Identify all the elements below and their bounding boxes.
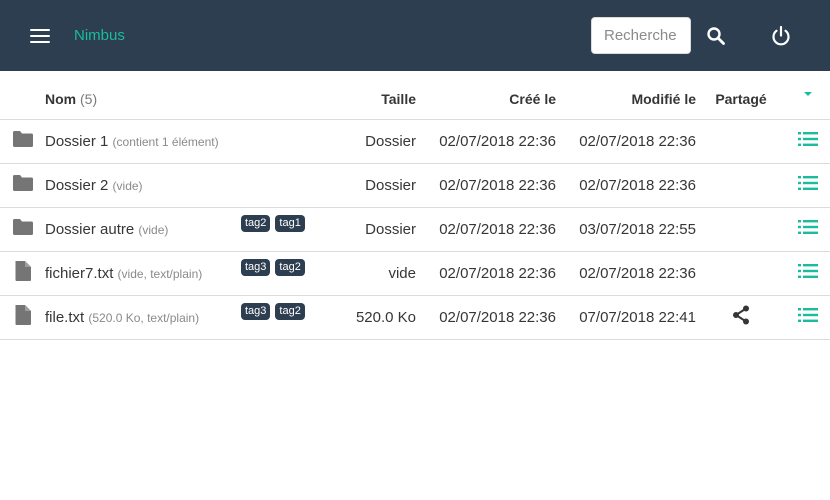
tag-list: tag3 tag2 <box>241 257 310 276</box>
table-header-row: Nom (5) Taille Créé le Modifié le Partag… <box>0 80 830 120</box>
size-cell: Dossier <box>320 119 416 164</box>
modified-cell: 07/07/2018 22:41 <box>556 295 696 340</box>
size-column-header[interactable]: Taille <box>320 80 416 120</box>
created-column-header[interactable]: Créé le <box>416 80 556 120</box>
top-navbar: Nimbus <box>0 0 830 71</box>
folder-icon <box>12 219 34 240</box>
name-cell: fichier7.txt (vide, text/plain) tag3 tag2 <box>45 251 320 296</box>
item-name[interactable]: Dossier 1 <box>45 133 108 150</box>
name-cell: file.txt (520.0 Ko, text/plain) tag3 tag2 <box>45 295 320 340</box>
size-cell: Dossier <box>320 163 416 208</box>
actions-cell <box>786 207 830 252</box>
share-icon[interactable] <box>730 305 752 330</box>
list-icon[interactable] <box>797 176 819 196</box>
size-cell: Dossier <box>320 207 416 252</box>
folder-icon <box>12 131 34 152</box>
tag-badge[interactable]: tag2 <box>275 258 305 276</box>
name-column-header[interactable]: Nom (5) <box>45 80 320 120</box>
shared-cell <box>696 119 786 164</box>
folder-icon-cell <box>0 119 45 164</box>
sort-caret-icon[interactable] <box>803 90 813 106</box>
item-name[interactable]: file.txt <box>45 309 84 326</box>
actions-cell <box>786 295 830 340</box>
modified-cell: 03/07/2018 22:55 <box>556 207 696 252</box>
list-icon[interactable] <box>797 308 819 328</box>
tag-badge[interactable]: tag2 <box>241 214 271 232</box>
created-cell: 02/07/2018 22:36 <box>416 163 556 208</box>
list-icon[interactable] <box>797 220 819 240</box>
power-icon[interactable] <box>769 24 793 48</box>
search-input[interactable] <box>591 17 691 54</box>
table-row[interactable]: fichier7.txt (vide, text/plain) tag3 tag2 v… <box>0 251 830 296</box>
list-icon[interactable] <box>797 264 819 284</box>
shared-column-header[interactable]: Partagé <box>696 80 786 120</box>
shared-cell <box>696 295 786 340</box>
item-detail: (520.0 Ko, text/plain) <box>88 310 200 325</box>
item-detail: (vide) <box>138 222 169 237</box>
shared-cell <box>696 207 786 252</box>
tag-list: tag2 tag1 <box>241 213 310 232</box>
created-cell: 02/07/2018 22:36 <box>416 119 556 164</box>
file-icon-cell <box>0 251 45 296</box>
name-header-label: Nom <box>45 91 77 108</box>
actions-cell <box>786 163 830 208</box>
item-name[interactable]: fichier7.txt <box>45 265 113 282</box>
table-row[interactable]: Dossier 1 (contient 1 élément) Dossier 02/… <box>0 119 830 164</box>
shared-cell <box>696 251 786 296</box>
size-cell: 520.0 Ko <box>320 295 416 340</box>
tag-badge[interactable]: tag3 <box>241 258 271 276</box>
name-cell: Dossier 1 (contient 1 élément) <box>45 119 320 164</box>
brand-link[interactable]: Nimbus <box>74 27 125 44</box>
size-cell: vide <box>320 251 416 296</box>
table-row[interactable]: Dossier 2 (vide) Dossier 02/07/2018 22:36 0… <box>0 163 830 208</box>
actions-cell <box>786 251 830 296</box>
item-detail: (vide, text/plain) <box>117 266 203 281</box>
name-cell: Dossier autre (vide) tag2 tag1 <box>45 207 320 252</box>
actions-cell <box>786 119 830 164</box>
item-count: (5) <box>80 91 98 108</box>
icon-column-header <box>0 80 45 120</box>
tag-badge[interactable]: tag3 <box>241 302 271 320</box>
file-table: Nom (5) Taille Créé le Modifié le Partag… <box>0 80 830 340</box>
file-icon <box>14 305 32 330</box>
modified-column-header[interactable]: Modifié le <box>556 80 696 120</box>
item-detail: (contient 1 élément) <box>112 134 219 149</box>
folder-icon <box>12 175 34 196</box>
item-name[interactable]: Dossier autre <box>45 221 134 238</box>
modified-cell: 02/07/2018 22:36 <box>556 119 696 164</box>
folder-icon-cell <box>0 163 45 208</box>
file-icon-cell <box>0 295 45 340</box>
search-icon[interactable] <box>704 24 728 48</box>
created-cell: 02/07/2018 22:36 <box>416 295 556 340</box>
item-detail: (vide) <box>112 178 143 193</box>
tag-list: tag3 tag2 <box>241 301 310 320</box>
list-icon[interactable] <box>797 132 819 152</box>
modified-cell: 02/07/2018 22:36 <box>556 251 696 296</box>
hamburger-menu-icon[interactable] <box>30 28 50 44</box>
table-row[interactable]: Dossier autre (vide) tag2 tag1 Dossier 02/07… <box>0 207 830 252</box>
tag-badge[interactable]: tag2 <box>275 302 305 320</box>
sort-toggle[interactable] <box>786 80 830 120</box>
table-row[interactable]: file.txt (520.0 Ko, text/plain) tag3 tag2 5… <box>0 295 830 340</box>
modified-cell: 02/07/2018 22:36 <box>556 163 696 208</box>
tag-badge[interactable]: tag1 <box>275 214 305 232</box>
created-cell: 02/07/2018 22:36 <box>416 251 556 296</box>
shared-cell <box>696 163 786 208</box>
file-icon <box>14 261 32 286</box>
created-cell: 02/07/2018 22:36 <box>416 207 556 252</box>
item-name[interactable]: Dossier 2 <box>45 177 108 194</box>
name-cell: Dossier 2 (vide) <box>45 163 320 208</box>
folder-icon-cell <box>0 207 45 252</box>
